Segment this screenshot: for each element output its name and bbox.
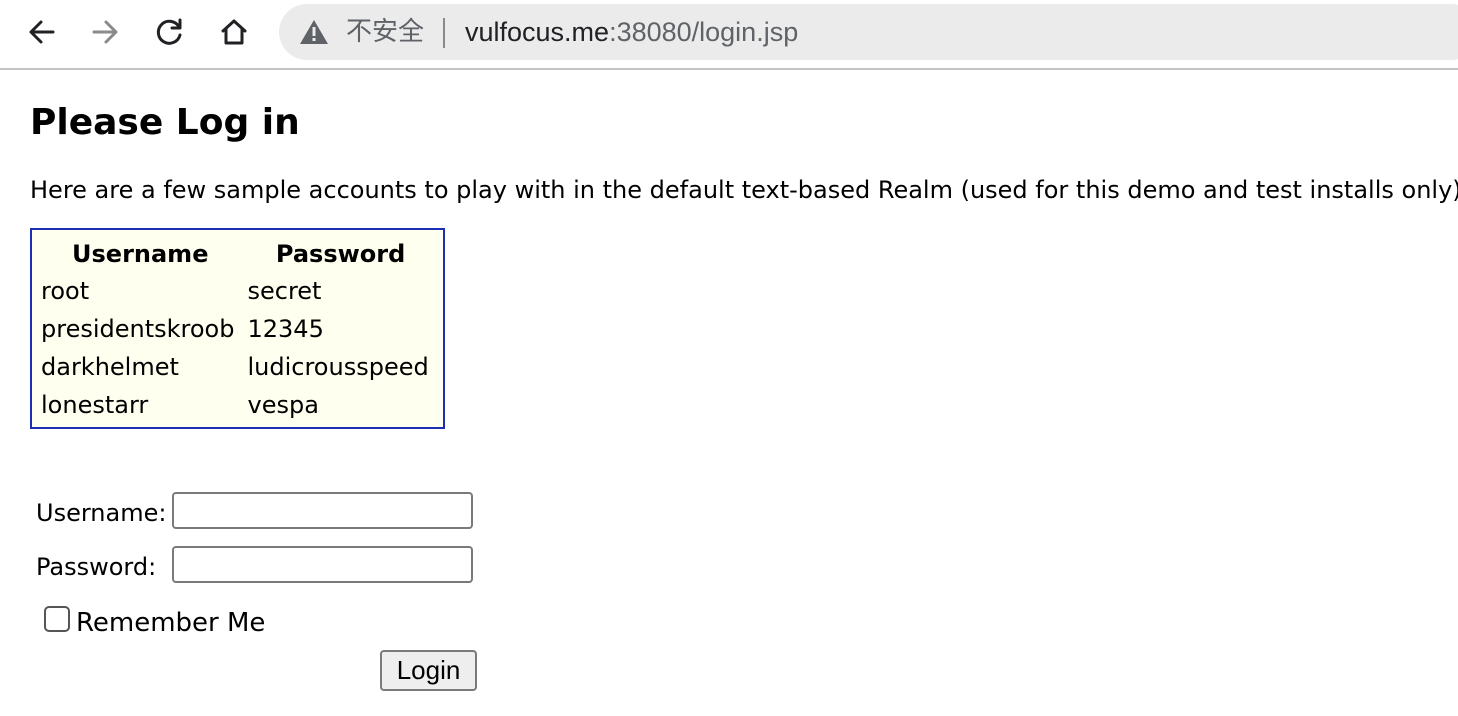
warning-triangle-icon[interactable]	[299, 19, 329, 45]
password-label: Password:	[36, 553, 157, 581]
back-button[interactable]	[24, 14, 60, 50]
password-cell: vespa	[247, 391, 319, 419]
url-path: :38080/login.jsp	[609, 17, 799, 47]
reload-icon	[156, 18, 182, 45]
arrow-left-icon	[29, 20, 55, 44]
home-button[interactable]	[216, 14, 252, 50]
login-button[interactable]: Login	[380, 650, 477, 691]
url-host: vulfocus.me	[465, 17, 610, 47]
table-row: darkhelmet ludicrousspeed	[38, 349, 437, 385]
address-bar[interactable]: 不安全 vulfocus.me:38080/login.jsp	[279, 4, 1458, 60]
username-cell: root	[41, 277, 90, 305]
intro-text: Here are a few sample accounts to play w…	[30, 176, 1458, 204]
page-title: Please Log in	[30, 102, 300, 143]
password-cell: secret	[247, 277, 322, 305]
sample-accounts-table: Username Password root secret presidents…	[30, 228, 445, 429]
table-row: root secret	[38, 273, 437, 309]
username-column-header: Username	[72, 240, 209, 268]
password-column-header: Password	[275, 240, 406, 268]
arrow-right-icon	[92, 20, 118, 44]
remember-me-checkbox[interactable]	[44, 606, 70, 632]
password-input[interactable]	[172, 546, 473, 583]
url-text[interactable]: vulfocus.me:38080/login.jsp	[465, 15, 798, 49]
reload-button[interactable]	[152, 14, 188, 50]
remember-me-label[interactable]: Remember Me	[76, 606, 265, 640]
table-header-row: Username Password	[38, 234, 437, 271]
omnibox-divider	[443, 18, 445, 48]
browser-toolbar: 不安全 vulfocus.me:38080/login.jsp	[0, 0, 1458, 70]
table-row: presidentskroob 12345	[38, 311, 437, 347]
password-cell: ludicrousspeed	[247, 353, 429, 381]
table-row: lonestarr vespa	[38, 387, 437, 423]
username-cell: lonestarr	[41, 391, 149, 419]
username-input[interactable]	[172, 492, 473, 529]
username-cell: darkhelmet	[41, 353, 179, 381]
username-cell: presidentskroob	[41, 315, 235, 343]
forward-button[interactable]	[87, 14, 123, 50]
not-secure-label[interactable]: 不安全	[346, 15, 424, 49]
home-icon	[221, 19, 247, 45]
username-label: Username:	[36, 499, 167, 527]
password-cell: 12345	[247, 315, 324, 343]
